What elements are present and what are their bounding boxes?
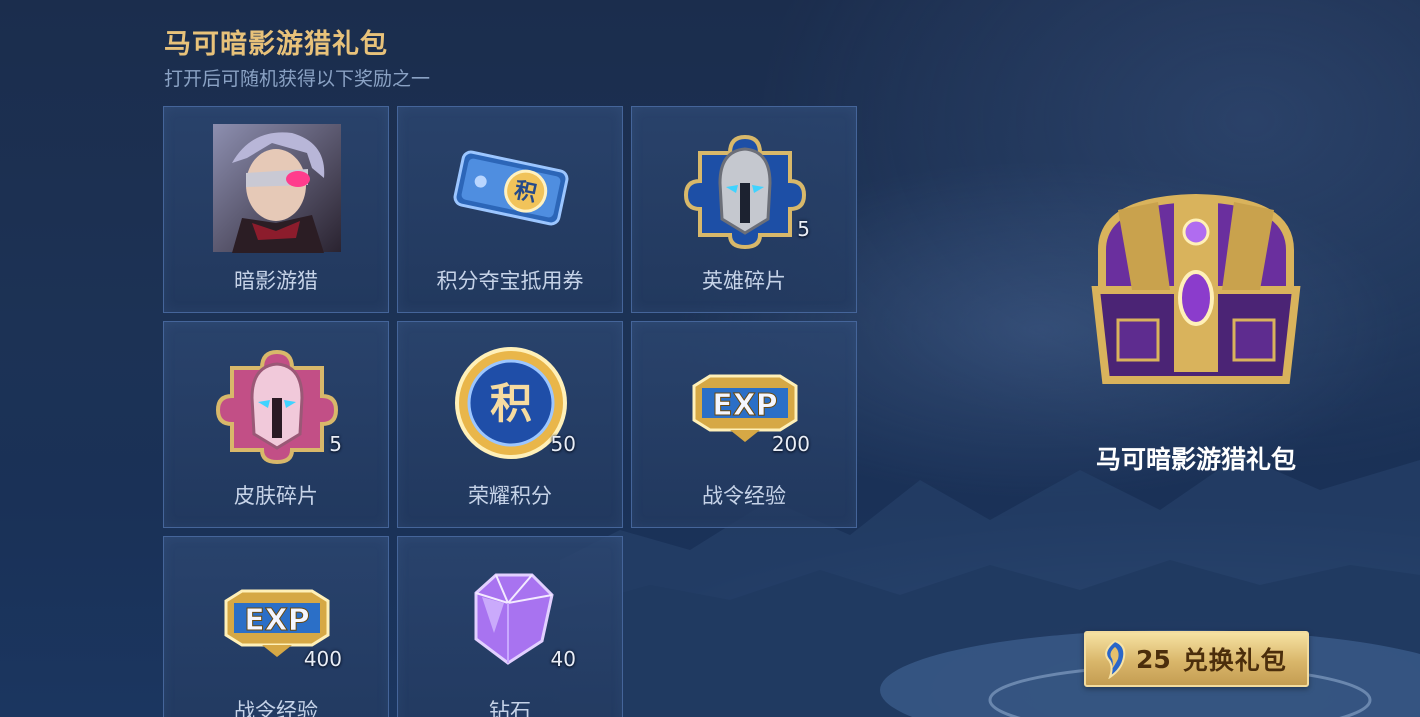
reward-count: 5 [329, 432, 342, 456]
reward-label: 皮肤碎片 [234, 484, 318, 508]
skin-fragment-icon [212, 338, 342, 468]
redeem-package-button[interactable]: 25 兑换礼包 [1084, 631, 1309, 687]
reward-label: 暗影游猎 [234, 269, 318, 293]
treasure-chest-icon [1078, 180, 1314, 390]
svg-text:EXP: EXP [244, 603, 310, 638]
gold-token-icon [1100, 639, 1130, 679]
reward-label: 英雄碎片 [702, 269, 786, 293]
hero-skin-portrait-icon [212, 123, 342, 253]
reward-card-battle-pass-exp-400[interactable]: EXP 400 战令经验 [163, 536, 389, 717]
reward-label: 钻石 [489, 699, 531, 717]
reward-card-shadow-hunter-skin[interactable]: 暗影游猎 [163, 106, 389, 313]
reward-label: 荣耀积分 [468, 484, 552, 508]
reward-count: 50 [550, 432, 576, 456]
reward-card-skin-fragment[interactable]: 5 皮肤碎片 [163, 321, 389, 528]
reward-label: 积分夺宝抵用券 [436, 269, 584, 293]
package-name: 马可暗影游猎礼包 [1095, 445, 1296, 474]
redeem-label: 兑换礼包 [1182, 646, 1287, 675]
svg-text:EXP: EXP [712, 388, 778, 423]
reward-card-battle-pass-exp-200[interactable]: EXP 200 战令经验 [631, 321, 857, 528]
svg-text:积: 积 [490, 379, 532, 428]
reward-label: 战令经验 [702, 484, 786, 508]
reward-count: 5 [797, 217, 810, 241]
page-title: 马可暗影游猎礼包 [164, 29, 388, 60]
reward-grid: 暗影游猎 积 积分夺宝抵用券 5 英雄碎片 5 皮肤碎片 积 50 荣耀积分 E… [163, 106, 857, 717]
reward-label: 战令经验 [234, 699, 318, 717]
reward-count: 40 [550, 647, 576, 671]
reward-card-glory-points[interactable]: 积 50 荣耀积分 [397, 321, 623, 528]
reward-card-lottery-voucher[interactable]: 积 积分夺宝抵用券 [397, 106, 623, 313]
redeem-cost: 25 [1136, 644, 1171, 674]
ticket-icon: 积 [446, 123, 576, 253]
page-subtitle: 打开后可随机获得以下奖励之一 [164, 68, 431, 90]
reward-count: 400 [303, 647, 342, 671]
reward-card-hero-fragment[interactable]: 5 英雄碎片 [631, 106, 857, 313]
hero-fragment-icon [680, 123, 810, 253]
reward-count: 200 [771, 432, 810, 456]
reward-card-diamond[interactable]: 40 钻石 [397, 536, 623, 717]
